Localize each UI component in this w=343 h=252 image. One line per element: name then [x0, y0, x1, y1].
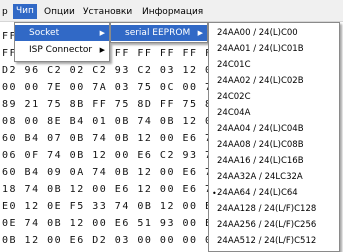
chip-menu-item[interactable]: 24AA128 / 24(L/F)C128	[217, 202, 339, 217]
chip-menu-item[interactable]: 24AA512 / 24(L/F)C512	[217, 234, 339, 249]
chip-menu-item[interactable]: 24AA04 / 24(L)C04B	[217, 122, 339, 137]
eeprom-chip-list-popup: 24AA00 / 24(L)C00 24AA01 / 24(L)C01B 24C01…	[208, 22, 340, 252]
menu-item-serial-eeprom-label: serial EEPROM	[125, 28, 191, 38]
menu-item-serial-eeprom[interactable]: serial EEPROM ▶	[111, 25, 207, 41]
chip-menu-item-label: 24AA08 / 24(L)C08B	[217, 140, 304, 150]
chip-menu-item[interactable]: 24AA16 / 24(L)C16B	[217, 154, 339, 169]
menu-bar: р Чип Опции Установки Информация	[0, 0, 343, 22]
menu-info[interactable]: Информация	[142, 5, 203, 19]
chip-menu-item-label: 24AA04 / 24(L)C04B	[217, 124, 304, 134]
menu-chip[interactable]: Чип	[13, 4, 37, 19]
menu-item-socket-label: Socket	[29, 28, 60, 38]
menu-settings[interactable]: Установки	[83, 5, 132, 19]
chip-menu-item[interactable]: 24C02C	[217, 90, 339, 105]
menu-options[interactable]: Опции	[44, 5, 75, 19]
chip-menu-item-label: 24AA00 / 24(L)C00	[217, 28, 298, 38]
chip-menu-item[interactable]: 24AA02 / 24(L)C02B	[217, 74, 339, 89]
radio-check-icon: •	[212, 189, 217, 198]
chip-menu-item[interactable]: 24AA01 / 24(L)C01B	[217, 42, 339, 57]
chip-menu-item[interactable]: 24AA256 / 24(L/F)C256	[217, 218, 339, 233]
chip-menu-item-label: 24AA32A / 24LC32A	[217, 172, 303, 182]
chip-menu-item-label: 24C01C	[217, 60, 251, 70]
submenu-arrow-icon: ▶	[99, 46, 105, 54]
chip-menu-item-label: 24AA01 / 24(L)C01B	[217, 44, 304, 54]
menu-item-socket[interactable]: Socket ▶	[15, 25, 109, 41]
submenu-arrow-icon: ▶	[99, 29, 105, 37]
chip-menu-item[interactable]: • 24AA64 / 24(L)C64	[212, 186, 339, 201]
chip-menu-item[interactable]: 24AA08 / 24(L)C08B	[217, 138, 339, 153]
chip-menu-item-label: 24C04A	[217, 108, 251, 118]
chip-menu-item[interactable]: 24C04A	[217, 106, 339, 121]
chip-menu-item-label: 24AA256 / 24(L/F)C256	[217, 220, 317, 230]
chip-menu-item-label: 24AA16 / 24(L)C16B	[217, 156, 304, 166]
chip-menu-item-label: 24AA512 / 24(L/F)C512	[217, 236, 317, 246]
menu-item-isp-label: ISP Connector	[29, 45, 93, 55]
menu-item-isp-connector[interactable]: ISP Connector ▶	[15, 42, 109, 58]
chip-menu-item[interactable]: 24C01C	[217, 58, 339, 73]
chip-menu-item-label: 24AA64 / 24(L)C64	[217, 188, 298, 198]
chip-menu-item[interactable]: 24AA32A / 24LC32A	[217, 170, 339, 185]
chip-menu-item[interactable]: 24AA00 / 24(L)C00	[217, 26, 339, 41]
socket-submenu-popup: serial EEPROM ▶	[110, 22, 208, 43]
chip-menu-item-label: 24AA02 / 24(L)C02B	[217, 76, 304, 86]
chip-menu-item-label: 24AA128 / 24(L/F)C128	[217, 204, 317, 214]
submenu-arrow-icon: ▶	[197, 29, 203, 37]
menu-file[interactable]: р	[2, 5, 8, 19]
chip-menu-popup: Socket ▶ ISP Connector ▶	[14, 22, 110, 62]
chip-menu-item-label: 24C02C	[217, 92, 251, 102]
